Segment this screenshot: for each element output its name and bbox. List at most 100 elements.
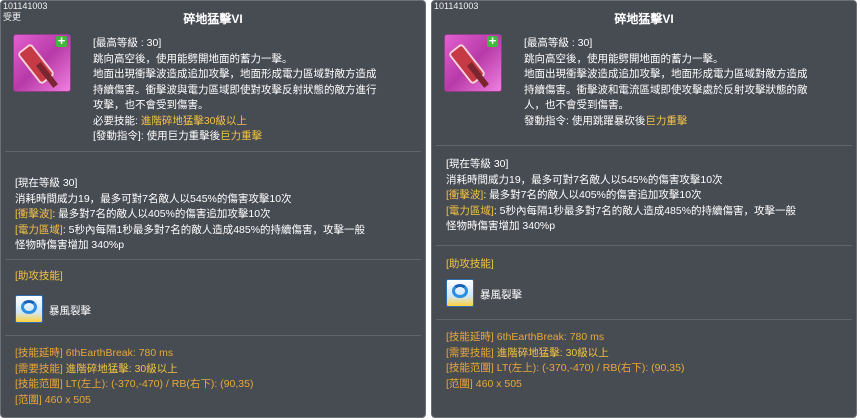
text-segment: [技能范圍] bbox=[15, 378, 63, 390]
text-line: 攻擊，也不會受到傷害。 bbox=[93, 98, 419, 114]
text-line: [需要技能] 進階碎地猛擊: 30級以上 bbox=[446, 346, 850, 362]
text-line: [需要技能] 進階碎地猛擊: 30級以上 bbox=[15, 362, 419, 378]
text-segment: [現在等級 30] bbox=[446, 158, 509, 170]
text-segment: 460 x 505 bbox=[41, 393, 91, 406]
divider bbox=[436, 245, 852, 246]
skill-meta: [技能延時] 6thEarthBreak: 780 ms [需要技能] 進階碎地猛… bbox=[446, 330, 850, 392]
text-line: [技能延時] 6thEarthBreak: 780 ms bbox=[15, 346, 419, 362]
text-line: [發動指令]: 使用巨力重擊後巨力重擊 bbox=[93, 129, 419, 145]
text-line: [最高等級 : 30] bbox=[93, 36, 419, 52]
text-segment: 巨力重擊 bbox=[645, 114, 688, 127]
text-segment: [技能延時] bbox=[15, 347, 63, 359]
text-segment: LT(左上): (-370,-470) / RB(右下): (90,35) bbox=[493, 362, 685, 374]
assist-skill-icon[interactable] bbox=[446, 279, 474, 307]
text-segment: [最高等級 : 30] bbox=[524, 37, 593, 49]
text-segment: 6thEarthBreak: 780 ms bbox=[62, 347, 174, 359]
skill-description: [最高等級 : 30] 跳向高空後，使用能劈開地面的蓄力一擊。地面出現衝擊波造成追… bbox=[524, 36, 850, 129]
text-line: 怪物時傷害增加 340%p bbox=[446, 219, 850, 235]
text-line: [現在等級 30] bbox=[446, 157, 850, 173]
skill-icon: + bbox=[444, 34, 502, 92]
text-line: 地面出現衝擊波造成追加攻擊，地面形成電力區域對敵方造成 bbox=[93, 67, 419, 83]
text-segment: : 最多對7名的敵人以405%的傷害追加攻擊10次 bbox=[52, 208, 271, 220]
text-line: 人，也不會受到傷害。 bbox=[524, 98, 850, 114]
text-segment: [技能范圍] bbox=[446, 362, 494, 374]
text-segment: 必要技能: bbox=[93, 114, 141, 127]
text-line: 消耗時間威力19，最多可對7名敵人以545%的傷害攻擊10次 bbox=[446, 173, 850, 189]
text-line: 怪物時傷害增加 340%p bbox=[15, 238, 419, 254]
text-segment: : 最多對7名的敵人以405%的傷害追加攻擊10次 bbox=[483, 189, 702, 201]
text-segment: 怪物時傷害增加 340%p bbox=[15, 239, 125, 251]
divider bbox=[5, 335, 421, 336]
text-segment: [需要技能] bbox=[446, 346, 494, 359]
text-line: 發動指令: 使用跳躍暴砍後巨力重擊 bbox=[524, 114, 850, 130]
text-segment: [電力區域] bbox=[446, 204, 494, 217]
text-segment: 進階碎地猛擊: 30級以上 bbox=[62, 362, 178, 375]
text-segment: 人，也不會受到傷害。 bbox=[524, 99, 629, 111]
skill-title: 碎地猛擊VI bbox=[183, 12, 243, 26]
text-segment: 進階碎地猛擊30級以上 bbox=[140, 114, 248, 127]
text-line: [技能范圍] LT(左上): (-370,-470) / RB(右下): (90… bbox=[446, 361, 850, 377]
text-line: [技能范圍] LT(左上): (-370,-470) / RB(右下): (90… bbox=[15, 377, 419, 393]
skill-tooltip-right: 101141003 碎地猛擊VI + [最高等級 : 30] 跳向高空後，使用能劈… bbox=[431, 0, 857, 418]
text-line: [范圍] 460 x 505 bbox=[15, 393, 419, 409]
skill-description: [最高等級 : 30] 跳向高空後，使用能劈開地面的蓄力一擊。地面出現衝擊波造成追… bbox=[93, 36, 419, 145]
text-segment: LT(左上): (-370,-470) / RB(右下): (90,35) bbox=[62, 378, 254, 390]
text-line: 持續傷害。衝擊波與電力區域即使對攻擊反射狀態的敵方進行 bbox=[93, 83, 419, 99]
skill-icon: + bbox=[13, 34, 71, 92]
text-segment: 持續傷害。衝擊波和電流區域即使攻擊處於反射攻擊狀態的敵 bbox=[524, 83, 808, 96]
text-segment: [需要技能] bbox=[15, 362, 63, 375]
text-segment: 地面出現衝擊波造成追加攻擊，地面形成電力區域對敵方造成 bbox=[93, 68, 377, 80]
skill-meta: [技能延時] 6thEarthBreak: 780 ms [需要技能] 進階碎地猛… bbox=[15, 346, 419, 408]
assist-skill-icon[interactable] bbox=[15, 295, 43, 323]
text-segment: [范圍] bbox=[446, 377, 473, 390]
text-line: [衝擊波]: 最多對7名的敵人以405%的傷害追加攻擊10次 bbox=[446, 188, 850, 204]
assist-skill-name: 暴風裂擊 bbox=[480, 289, 522, 301]
skill-tooltip-left: 101141003 受更 碎地猛擊VI + [最高等級 : 30] 跳向高空後，使… bbox=[0, 0, 426, 418]
text-line: 跳向高空後，使用能劈開地面的蓄力一擊。 bbox=[93, 52, 419, 68]
text-line: [最高等級 : 30] bbox=[524, 36, 850, 52]
assist-label: [助攻技能] bbox=[15, 270, 63, 282]
text-line: 地面出現衝擊波造成追加攻擊，地面形成電力區域對敵方造成 bbox=[524, 67, 850, 83]
text-segment: 跳向高空後，使用能劈開地面的蓄力一擊。 bbox=[93, 52, 293, 65]
text-segment: 460 x 505 bbox=[472, 377, 522, 390]
text-segment: [發動指令]: 使用巨力重擊後 bbox=[93, 130, 221, 142]
text-line: 持續傷害。衝擊波和電流區域即使攻擊處於反射攻擊狀態的敵 bbox=[524, 83, 850, 99]
divider bbox=[5, 151, 421, 152]
text-segment: 怪物時傷害增加 340%p bbox=[446, 220, 556, 232]
text-line: [衝擊波]: 最多對7名的敵人以405%的傷害追加攻擊10次 bbox=[15, 207, 419, 223]
divider bbox=[5, 259, 421, 260]
plus-badge-icon: + bbox=[487, 34, 498, 48]
text-segment: : 5秒內每隔1秒最多對7名的敵人造成485%的持續傷害，攻擊一般 bbox=[62, 223, 366, 236]
text-segment: 發動指令: 使用跳躍暴砍後 bbox=[524, 114, 646, 127]
assist-skill-name: 暴風裂擊 bbox=[49, 305, 91, 317]
text-line: [電力區域]: 5秒內每隔1秒最多對7名的敵人造成485%的持續傷害，攻擊一般 bbox=[446, 204, 850, 220]
divider bbox=[436, 145, 852, 146]
text-line: 必要技能: 進階碎地猛擊30級以上 bbox=[93, 114, 419, 130]
text-segment: [現在等級 30] bbox=[15, 177, 78, 189]
text-line: [范圍] 460 x 505 bbox=[446, 377, 850, 393]
text-segment: [技能延時] bbox=[446, 331, 494, 343]
text-segment: 地面出現衝擊波造成追加攻擊，地面形成電力區域對敵方造成 bbox=[524, 68, 808, 80]
text-line: [現在等級 30] bbox=[15, 176, 419, 192]
text-segment: 跳向高空後，使用能劈開地面的蓄力一擊。 bbox=[524, 52, 724, 65]
skill-title: 碎地猛擊VI bbox=[614, 12, 674, 26]
assist-label: [助攻技能] bbox=[446, 258, 494, 270]
divider bbox=[436, 319, 852, 320]
text-segment: [電力區域] bbox=[15, 223, 63, 236]
text-line: [技能延時] 6thEarthBreak: 780 ms bbox=[446, 330, 850, 346]
text-segment: 消耗時間威力19，最多可對7名敵人以545%的傷害攻擊10次 bbox=[446, 173, 723, 186]
level-info: [現在等級 30] 消耗時間威力19，最多可對7名敵人以545%的傷害攻擊10次 [… bbox=[446, 157, 850, 235]
level-info: [現在等級 30] 消耗時間威力19，最多可對7名敵人以545%的傷害攻擊10次 [… bbox=[15, 176, 419, 254]
text-line: 跳向高空後，使用能劈開地面的蓄力一擊。 bbox=[524, 52, 850, 68]
plus-badge-icon: + bbox=[56, 34, 67, 48]
text-segment: [最高等級 : 30] bbox=[93, 37, 162, 49]
text-segment: [范圍] bbox=[15, 393, 42, 406]
text-segment: 6thEarthBreak: 780 ms bbox=[493, 331, 605, 343]
text-line: [電力區域]: 5秒內每隔1秒最多對7名的敵人造成485%的持續傷害，攻擊一般 bbox=[15, 223, 419, 239]
text-segment: 攻擊，也不會受到傷害。 bbox=[93, 99, 209, 111]
text-segment: 消耗時間威力19，最多可對7名敵人以545%的傷害攻擊10次 bbox=[15, 192, 292, 205]
text-segment: 持續傷害。衝擊波與電力區域即使對攻擊反射狀態的敵方進行 bbox=[93, 83, 377, 96]
text-segment: 巨力重擊 bbox=[220, 130, 263, 142]
text-segment: [衝擊波] bbox=[15, 208, 53, 220]
text-segment: : 5秒內每隔1秒最多對7名的敵人造成485%的持續傷害，攻擊一般 bbox=[493, 204, 797, 217]
